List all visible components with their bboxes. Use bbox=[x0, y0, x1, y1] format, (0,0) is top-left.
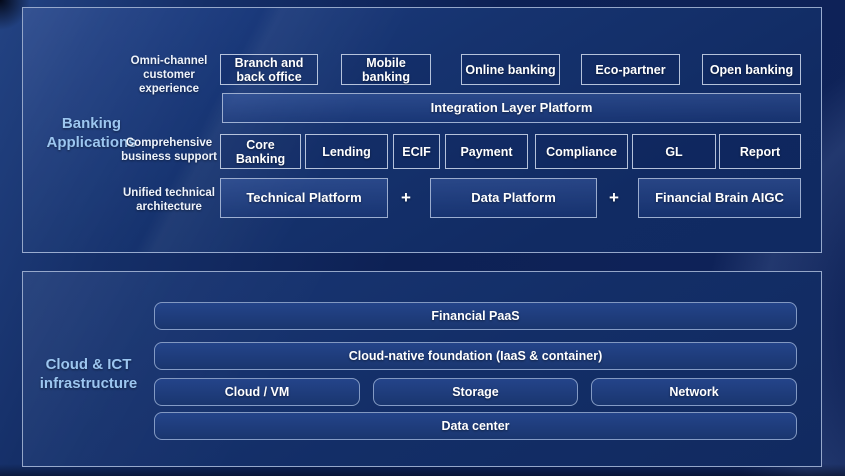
box-open-banking: Open banking bbox=[702, 54, 801, 85]
box-integration-layer-platform: Integration Layer Platform bbox=[222, 93, 801, 123]
box-report: Report bbox=[719, 134, 801, 169]
omni-label-line1: Omni-channel bbox=[108, 54, 230, 68]
business-label-line1: Comprehensive bbox=[108, 136, 230, 150]
banking-title-line1: Banking bbox=[23, 115, 160, 134]
box-eco-partner: Eco-partner bbox=[581, 54, 680, 85]
omni-label-line2: customer bbox=[108, 68, 230, 82]
box-data-platform: Data Platform bbox=[430, 178, 597, 218]
unified-label-line1: Unified technical bbox=[108, 186, 230, 200]
box-lending: Lending bbox=[305, 134, 388, 169]
box-technical-platform: Technical Platform bbox=[220, 178, 388, 218]
pill-network: Network bbox=[591, 378, 797, 406]
pill-financial-paas: Financial PaaS bbox=[154, 302, 797, 330]
box-mobile-banking: Mobile banking bbox=[341, 54, 431, 85]
box-gl: GL bbox=[632, 134, 716, 169]
box-payment: Payment bbox=[445, 134, 528, 169]
pill-cloud-native-foundation: Cloud-native foundation (IaaS & containe… bbox=[154, 342, 797, 370]
box-compliance: Compliance bbox=[535, 134, 628, 169]
banking-applications-panel: Banking Applications Omni-channel custom… bbox=[22, 7, 822, 253]
pill-storage: Storage bbox=[373, 378, 578, 406]
cloud-panel-title: Cloud & ICT infrastructure bbox=[23, 356, 154, 394]
box-branch-and-back-office: Branch and back office bbox=[220, 54, 318, 85]
cloud-ict-infrastructure-panel: Cloud & ICT infrastructure Financial Paa… bbox=[22, 271, 822, 467]
banking-architecture-diagram: Banking Applications Omni-channel custom… bbox=[0, 0, 845, 476]
plus-sign-2: + bbox=[602, 178, 626, 218]
unified-label-line2: architecture bbox=[108, 200, 230, 214]
box-online-banking: Online banking bbox=[461, 54, 560, 85]
label-comprehensive-business-support: Comprehensive business support bbox=[108, 136, 230, 164]
cloud-title-line1: Cloud & ICT bbox=[23, 356, 154, 375]
pill-cloud-vm: Cloud / VM bbox=[154, 378, 360, 406]
omni-label-line3: experience bbox=[108, 82, 230, 96]
cloud-title-line2: infrastructure bbox=[23, 375, 154, 394]
box-financial-brain-aigc: Financial Brain AIGC bbox=[638, 178, 801, 218]
business-label-line2: business support bbox=[108, 150, 230, 164]
box-core-banking: Core Banking bbox=[220, 134, 301, 169]
box-ecif: ECIF bbox=[393, 134, 440, 169]
label-unified-technical-architecture: Unified technical architecture bbox=[108, 186, 230, 214]
pill-data-center: Data center bbox=[154, 412, 797, 440]
plus-sign-1: + bbox=[394, 178, 418, 218]
label-omni-channel-customer-experience: Omni-channel customer experience bbox=[108, 54, 230, 96]
